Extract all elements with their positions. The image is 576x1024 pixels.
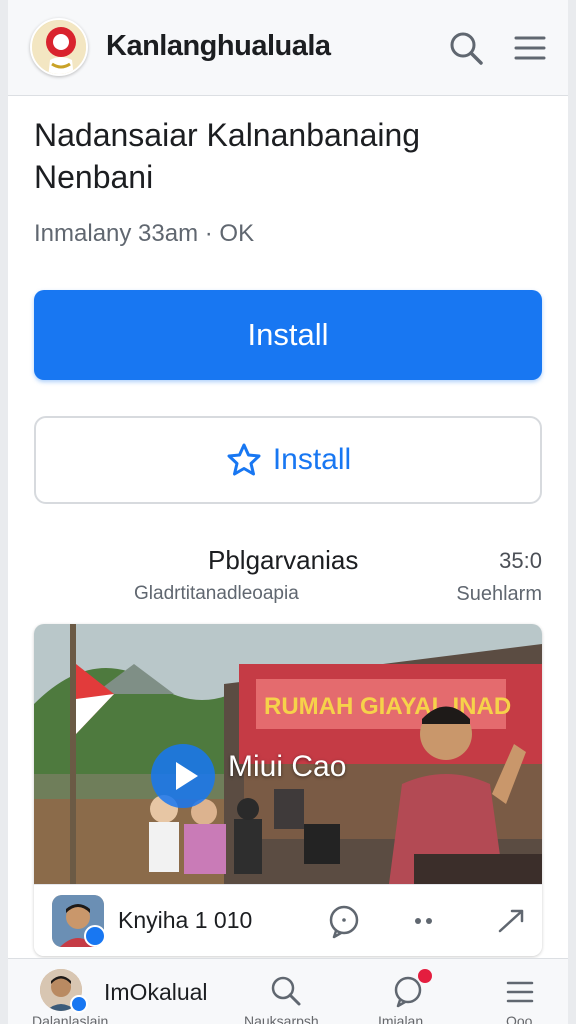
nav-profile-name[interactable]: ImOkalual <box>104 979 208 1006</box>
section-subtitle: Gladrtitanadleoapia <box>134 583 299 604</box>
page-meta: Inmalany 33am · OK <box>34 220 255 247</box>
video-card[interactable]: RUMAH GIAYAL INAD Miui Cao Knyiha 1 010 <box>34 624 542 956</box>
top-bar: Kanlanghualuala <box>8 0 568 96</box>
nav-search-icon[interactable] <box>268 973 304 1009</box>
section-time: 35:0 <box>499 548 542 573</box>
page-title: Nadansaiar Kalnanbanaing Nenbani <box>34 117 421 195</box>
nav-menu-icon[interactable] <box>504 977 536 1007</box>
app-frame: Kanlanghualuala Nadansaiar Kalnanbanaing… <box>8 0 568 1024</box>
section-subtitle-right: Suehlarm <box>456 583 542 605</box>
search-icon[interactable] <box>446 28 486 68</box>
app-title: Kanlanghualuala <box>106 30 331 62</box>
notification-badge <box>418 969 432 983</box>
nav-menu-label: Ooo <box>506 1013 533 1024</box>
star-icon <box>225 441 263 479</box>
nav-search-label: Nauksarpsh <box>244 1013 319 1024</box>
section-title: Pblgarvanias <box>208 545 359 575</box>
app-logo-icon[interactable] <box>30 18 88 76</box>
install-favorite-button[interactable]: Install <box>34 416 542 504</box>
nav-profile-sub: Dalanlaslain <box>32 1013 109 1024</box>
video-caption: Miui Cao <box>228 750 347 783</box>
verified-badge-icon <box>84 925 106 947</box>
more-icon[interactable] <box>408 907 440 935</box>
menu-icon[interactable] <box>510 30 550 66</box>
channel-name: Knyiha 1 010 <box>118 907 253 933</box>
profile-badge-icon <box>70 995 88 1013</box>
play-icon[interactable] <box>151 744 215 808</box>
share-icon[interactable] <box>494 903 528 937</box>
comment-icon[interactable] <box>326 903 362 939</box>
video-banner-text: RUMAH GIAYAL INAD <box>264 693 511 720</box>
bottom-nav: ImOkalual Dalanlaslain Nauksarpsh Imiala… <box>8 958 568 1024</box>
nav-chat-label: Imialan <box>378 1013 424 1024</box>
video-footer: Knyiha 1 010 <box>34 884 542 956</box>
install-secondary-label: Install <box>272 443 352 476</box>
install-button[interactable]: Install <box>34 290 542 380</box>
